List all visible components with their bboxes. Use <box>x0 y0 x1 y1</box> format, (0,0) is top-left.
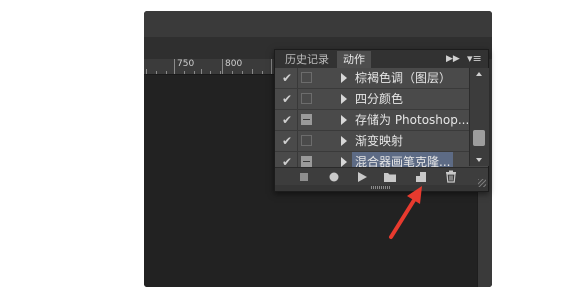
scroll-down-icon[interactable] <box>476 158 482 162</box>
panel-scrollbar[interactable] <box>469 68 489 166</box>
dialog-toggle-icon[interactable] <box>301 114 312 125</box>
red-arrow-annotation <box>389 186 422 239</box>
dialog-toggle-icon[interactable] <box>301 135 312 146</box>
action-row[interactable]: ✔ 存储为 Photoshop... <box>275 110 469 131</box>
check-icon[interactable]: ✔ <box>280 69 294 87</box>
double-chevron-right-icon[interactable]: ▶▶ <box>446 50 460 68</box>
action-label: 四分颜色 <box>355 92 404 106</box>
ruler-label-750: 750 <box>177 59 195 69</box>
expand-triangle-icon[interactable] <box>341 94 347 104</box>
scroll-up-icon[interactable] <box>476 72 482 76</box>
check-icon[interactable]: ✔ <box>280 111 294 129</box>
expand-triangle-icon[interactable] <box>341 115 347 125</box>
action-row[interactable]: ✔ 棕褐色调（图层） <box>275 68 469 89</box>
action-label: 棕褐色调（图层） <box>355 71 452 85</box>
action-row[interactable]: ✔ 四分颜色 <box>275 89 469 110</box>
actions-panel: 历史记录 动作 ▶▶ ▾≡ ✔ 棕褐色调（图层） ✔ 四分颜色 ✔ 存储为 Ph… <box>274 49 489 192</box>
play-icon[interactable] <box>354 170 370 184</box>
dialog-toggle-icon[interactable] <box>301 156 312 167</box>
expand-triangle-icon[interactable] <box>341 136 347 146</box>
stop-icon[interactable] <box>296 170 312 184</box>
options-bar <box>144 11 492 37</box>
scroll-thumb[interactable] <box>473 130 485 146</box>
dialog-toggle-icon[interactable] <box>301 93 312 104</box>
tab-actions[interactable]: 动作 <box>337 51 371 68</box>
dialog-toggle-icon[interactable] <box>301 72 312 83</box>
panel-tab-bar: 历史记录 动作 ▶▶ ▾≡ <box>275 50 488 68</box>
panel-menu-icon[interactable]: ▾≡ <box>467 50 482 68</box>
check-icon[interactable]: ✔ <box>280 132 294 150</box>
action-label: 存储为 Photoshop... <box>355 113 470 127</box>
action-row[interactable]: ✔ 渐变映射 <box>275 131 469 152</box>
expand-triangle-icon[interactable] <box>341 157 347 167</box>
action-label: 渐变映射 <box>355 134 404 148</box>
expand-triangle-icon[interactable] <box>341 73 347 83</box>
ruler-label-800: 800 <box>225 59 243 69</box>
check-icon[interactable]: ✔ <box>280 90 294 108</box>
trash-icon[interactable] <box>443 170 459 184</box>
tab-history[interactable]: 历史记录 <box>279 51 335 68</box>
record-icon[interactable] <box>326 170 342 184</box>
resize-corner-icon[interactable] <box>478 179 486 187</box>
